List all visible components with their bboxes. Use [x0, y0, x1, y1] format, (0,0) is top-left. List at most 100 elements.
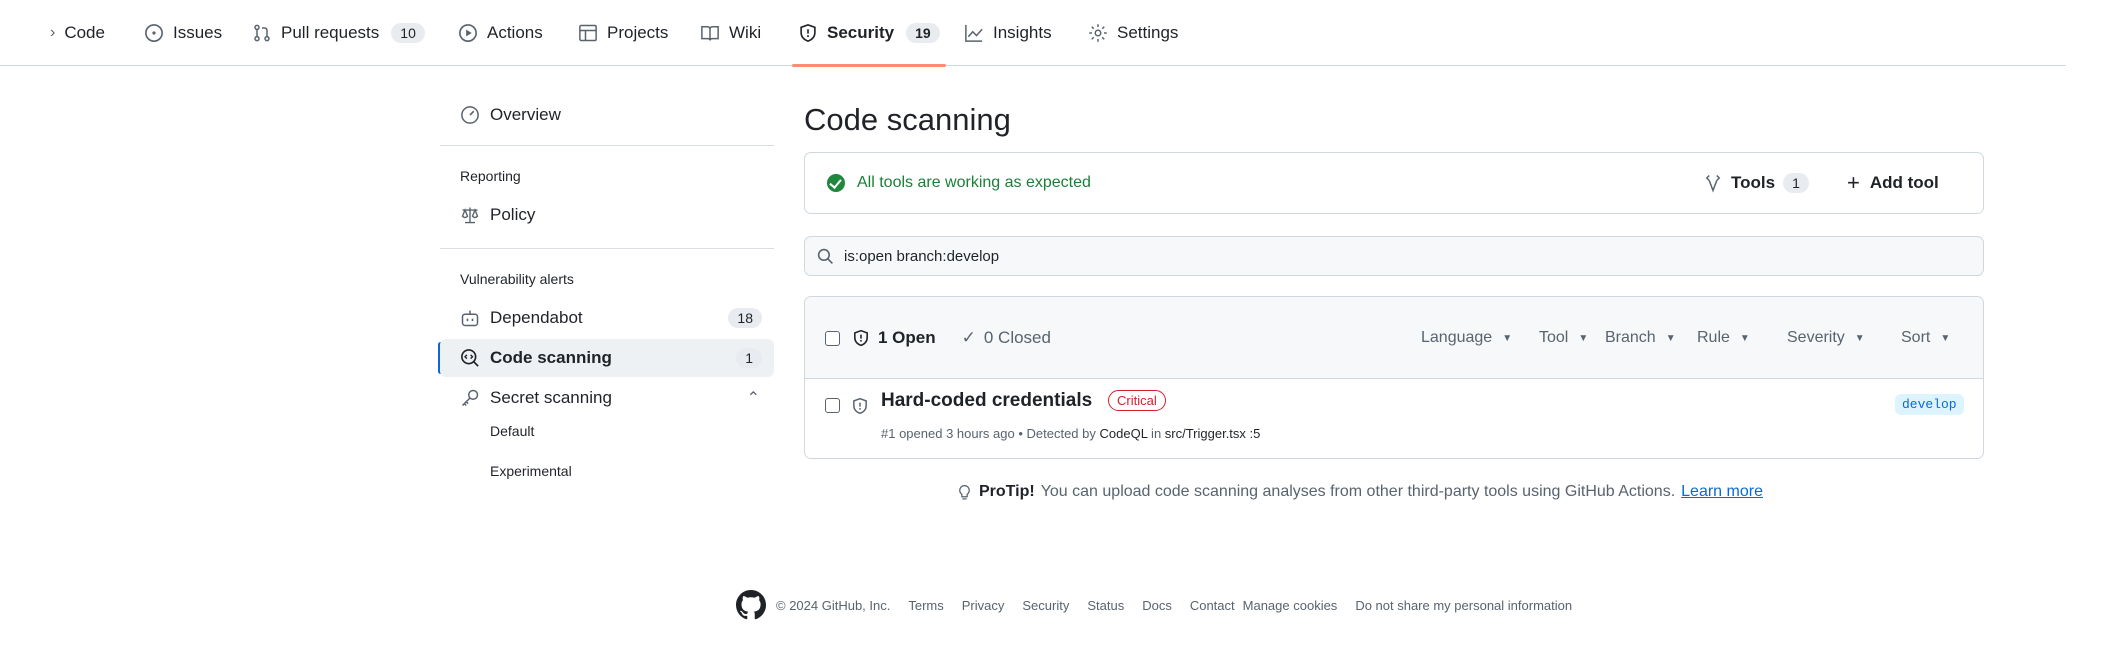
sidebar-subitem-default[interactable]: Default: [490, 423, 534, 439]
alerts-list-header: 1 Open ✓ 0 Closed Language ▼ Tool ▼ Branch…: [805, 297, 1983, 379]
alert-meta: #1 opened 3 hours ago • Detected by Code…: [881, 426, 1260, 441]
meter-icon: [461, 106, 479, 124]
severity-badge: Critical: [1108, 390, 1166, 411]
sidebar-item-label: Secret scanning: [490, 388, 612, 407]
divider: [440, 145, 774, 146]
tab-code-label: Code: [64, 23, 105, 42]
tools-button[interactable]: Tools 1: [1703, 153, 1809, 213]
check-icon: ✓: [961, 328, 976, 347]
tab-settings-label: Settings: [1117, 23, 1179, 42]
divider: [440, 248, 774, 249]
footer-link-manage-cookies[interactable]: Manage cookies: [1243, 598, 1338, 613]
vulnerability-alerts-heading: Vulnerability alerts: [460, 271, 574, 287]
alert-title-link[interactable]: Hard-coded credentials: [881, 390, 1092, 412]
filter-label: Language: [1421, 329, 1493, 346]
law-icon: [461, 207, 479, 224]
search-input[interactable]: [844, 247, 1944, 265]
footer-link-terms[interactable]: Terms: [908, 598, 943, 613]
sort-dropdown[interactable]: Sort ▼: [1901, 297, 1950, 379]
sidebar-item-overview[interactable]: Overview: [440, 96, 774, 134]
open-filter[interactable]: 1 Open: [852, 328, 936, 348]
search-icon: [817, 248, 833, 264]
learn-more-link[interactable]: Learn more: [1681, 483, 1763, 501]
tab-issues[interactable]: Issues: [144, 0, 222, 66]
language-filter[interactable]: Language ▼: [1421, 297, 1512, 379]
sidebar-item-policy[interactable]: Policy: [440, 196, 774, 234]
plus-icon: +: [1847, 170, 1860, 195]
sidebar-item-dependabot[interactable]: Dependabot 18: [440, 299, 774, 337]
tab-code[interactable]: › Code: [50, 0, 105, 66]
filter-label: Severity: [1787, 329, 1845, 346]
alert-location: src/Trigger.tsx :5: [1164, 426, 1261, 441]
book-icon: [701, 26, 719, 41]
filter-label: Branch: [1605, 329, 1656, 346]
tab-projects-label: Projects: [607, 23, 669, 42]
protip: ProTip! You can upload code scanning ana…: [956, 483, 1763, 501]
severity-filter[interactable]: Severity ▼: [1787, 297, 1865, 379]
tools-count: 1: [1783, 173, 1809, 193]
codescan-icon: [461, 349, 479, 367]
shield-icon: [854, 329, 868, 347]
key-icon: [461, 389, 479, 407]
tab-actions-label: Actions: [487, 23, 543, 42]
table-icon: [579, 24, 597, 42]
copyright: © 2024 GitHub, Inc.: [776, 597, 891, 613]
code-scanning-count: 1: [736, 348, 762, 368]
tab-pull-requests-label: Pull requests: [281, 23, 380, 42]
filter-label: Rule: [1697, 329, 1730, 346]
tab-projects[interactable]: Projects: [578, 0, 668, 66]
caret-down-icon: ▼: [1578, 332, 1589, 344]
rule-filter[interactable]: Rule ▼: [1697, 297, 1750, 379]
alert-row[interactable]: Hard-coded credentials Critical #1 opene…: [805, 380, 1983, 458]
security-counter: 19: [906, 23, 940, 43]
footer-link-contact[interactable]: Contact: [1190, 598, 1235, 613]
closed-label: 0 Closed: [983, 328, 1051, 347]
tab-insights-label: Insights: [993, 23, 1052, 42]
chevron-right-icon: ›: [50, 24, 56, 41]
repo-nav: › Code Issues Pull requests 10 Actions P…: [0, 0, 2066, 67]
sidebar-subitem-experimental[interactable]: Experimental: [490, 463, 572, 479]
sidebar-item-label: Code scanning: [490, 348, 612, 367]
sidebar-item-label: Policy: [490, 205, 536, 224]
branch-label[interactable]: develop: [1895, 394, 1964, 415]
alerts-list: 1 Open ✓ 0 Closed Language ▼ Tool ▼ Branch…: [804, 296, 1984, 459]
sidebar-item-secret-scanning[interactable]: Secret scanning ⌃: [440, 379, 774, 417]
caret-down-icon: ▼: [1940, 332, 1951, 344]
light-bulb-icon: [959, 484, 970, 500]
state-toggle: 1 Open ✓ 0 Closed: [825, 297, 1051, 379]
footer-link-do-not-share[interactable]: Do not share my personal information: [1355, 598, 1572, 613]
footer-link-docs[interactable]: Docs: [1142, 598, 1172, 613]
sidebar-item-code-scanning[interactable]: Code scanning 1: [440, 339, 774, 377]
filter-label: Sort: [1901, 329, 1931, 346]
dependabot-icon: [461, 310, 479, 327]
github-logo-icon[interactable]: [736, 590, 766, 620]
alert-meta-prefix: #1 opened 3 hours ago • Detected by: [881, 426, 1100, 441]
alert-meta-in: in: [1147, 426, 1165, 441]
tool-status-box: All tools are working as expected Tools …: [804, 152, 1984, 214]
add-tool-label: Add tool: [1869, 173, 1939, 192]
tab-pull-requests[interactable]: Pull requests 10: [252, 0, 425, 66]
dependabot-count: 18: [728, 308, 762, 328]
alert-tool: CodeQL: [1099, 426, 1148, 441]
tools-icon: [1705, 174, 1721, 193]
branch-filter[interactable]: Branch ▼: [1605, 297, 1676, 379]
footer-link-status[interactable]: Status: [1087, 598, 1124, 613]
tools-label: Tools: [1731, 173, 1776, 192]
alert-checkbox[interactable]: [825, 398, 840, 413]
chevron-up-icon[interactable]: ⌃: [747, 388, 760, 408]
alert-search-bar[interactable]: [804, 236, 1984, 276]
caret-down-icon: ▼: [1854, 332, 1865, 344]
add-tool-button[interactable]: + Add tool: [1847, 153, 1939, 213]
play-icon: [459, 24, 477, 42]
select-all-checkbox[interactable]: [825, 330, 840, 346]
tab-insights[interactable]: Insights: [964, 0, 1052, 66]
closed-filter[interactable]: ✓ 0 Closed: [962, 328, 1051, 348]
tab-wiki[interactable]: Wiki: [700, 0, 761, 66]
caret-down-icon: ▼: [1665, 332, 1676, 344]
tool-filter[interactable]: Tool ▼: [1539, 297, 1588, 379]
footer-link-privacy[interactable]: Privacy: [962, 598, 1005, 613]
tab-actions[interactable]: Actions: [458, 0, 543, 66]
tab-settings[interactable]: Settings: [1088, 0, 1178, 66]
footer-link-security[interactable]: Security: [1022, 598, 1069, 613]
tab-security[interactable]: Security 19: [792, 0, 946, 67]
